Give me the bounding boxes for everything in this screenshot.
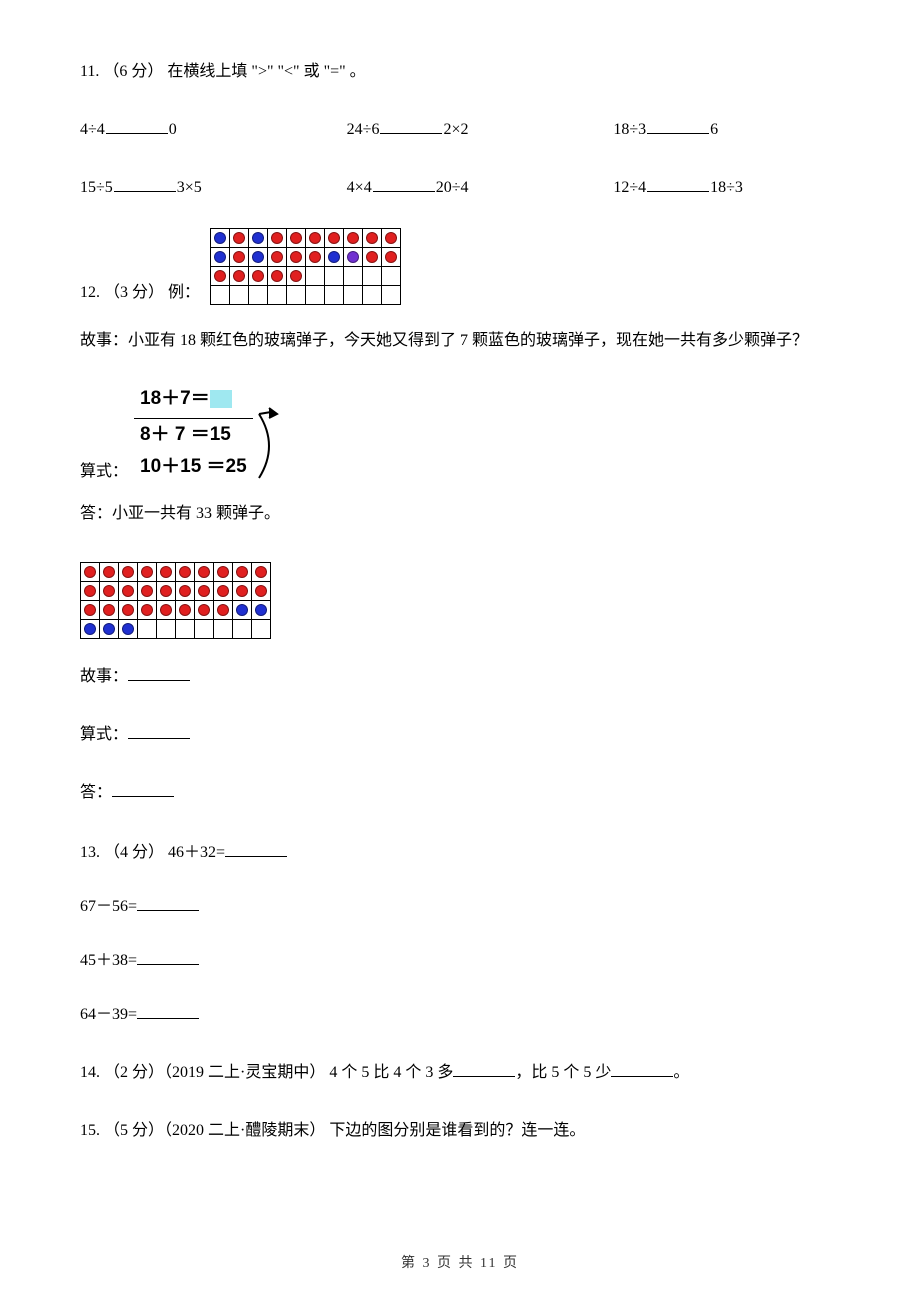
q11-row1: 4÷4 0 24÷6 2×2 18÷3 6	[80, 118, 840, 142]
q12-header-line: 12. （3 分） 例：	[80, 228, 840, 305]
q11-r2-a-left: 15÷5	[80, 179, 113, 196]
q13-l4: 64－39=	[80, 1006, 137, 1023]
q11-r2-c-left: 12÷4	[613, 179, 646, 196]
page-container: 11. （6 分） 在横线上填 ">" "<" 或 "=" 。 4÷4 0 24÷…	[0, 0, 920, 1302]
q15-text: 15. （5 分）（2020 二上·醴陵期末） 下边的图分别是谁看到的？连一连。	[80, 1122, 585, 1139]
q11-r2-a-right: 3×5	[177, 179, 202, 196]
formula-mid: 8＋ 7 ＝15	[134, 419, 253, 452]
q12-header-prefix: 12. （3 分） 例：	[80, 281, 200, 305]
q11-header-text: 11. （6 分） 在横线上填 ">" "<" 或 "=" 。	[80, 63, 366, 80]
page-footer: 第 3 页 共 11 页	[0, 1253, 920, 1274]
q11-r1-a: 4÷4 0	[80, 118, 307, 142]
q12-formula-example: 算式： 18＋7＝ 8＋ 7 ＝15 10＋15 ＝25	[80, 383, 840, 484]
q12-story-example: 故事：小亚有 18 颗红色的玻璃弹子，今天她又得到了 7 颗蓝色的玻璃弹子，现在…	[80, 329, 840, 353]
q11-r2-b-right: 20÷4	[436, 179, 469, 196]
answer-prompt: 答：	[80, 784, 112, 801]
q14-a: 14. （2 分）（2019 二上·灵宝期中） 4 个 5 比 4 个 3 多	[80, 1064, 453, 1081]
blank[interactable]	[453, 1062, 515, 1077]
q13-line1: 13. （4 分） 46＋32=	[80, 841, 840, 865]
q11-r1-b-left: 24÷6	[347, 121, 380, 138]
q14-b: ，比 5 个 5 少	[515, 1064, 611, 1081]
q11-header: 11. （6 分） 在横线上填 ">" "<" 或 "=" 。	[80, 60, 840, 84]
q11-row2: 15÷5 3×5 4×4 20÷4 12÷4 18÷3	[80, 176, 840, 200]
paren-arrow-icon	[255, 406, 285, 484]
q12-answer-blank: 答：	[80, 781, 840, 805]
q11-r1-a-left: 4÷4	[80, 121, 105, 138]
formula-top-text: 18＋7＝	[140, 388, 210, 409]
blank[interactable]	[114, 177, 176, 192]
story-prompt: 故事：	[80, 668, 128, 685]
q13-header: 13. （4 分） 46＋32=	[80, 844, 225, 861]
blank[interactable]	[373, 177, 435, 192]
q11-r2-c: 12÷4 18÷3	[573, 176, 840, 200]
blank[interactable]	[611, 1062, 673, 1077]
q13-line2: 67－56=	[80, 895, 840, 919]
q15: 15. （5 分）（2020 二上·醴陵期末） 下边的图分别是谁看到的？连一连。	[80, 1119, 840, 1143]
example-grid-1	[210, 228, 401, 305]
q11-r1-b: 24÷6 2×2	[307, 118, 574, 142]
formula-prompt: 算式：	[80, 726, 128, 743]
q12-story-blank: 故事：	[80, 665, 840, 689]
q14-c: 。	[673, 1064, 689, 1081]
q11-r1-b-right: 2×2	[443, 121, 468, 138]
blank[interactable]	[106, 119, 168, 134]
formula-bot: 10＋15 ＝25	[134, 451, 253, 484]
blank[interactable]	[112, 782, 174, 797]
blank[interactable]	[128, 724, 190, 739]
q11-r1-c-left: 18÷3	[613, 121, 646, 138]
story-label: 故事：	[80, 332, 128, 349]
q12-answer-example: 答：小亚一共有 33 颗弹子。	[80, 502, 840, 526]
q11-r2-b: 4×4 20÷4	[307, 176, 574, 200]
formula-box: 18＋7＝ 8＋ 7 ＝15 10＋15 ＝25	[134, 383, 253, 484]
q11-r2-b-left: 4×4	[347, 179, 372, 196]
q14: 14. （2 分）（2019 二上·灵宝期中） 4 个 5 比 4 个 3 多 ，…	[80, 1061, 840, 1085]
blank[interactable]	[137, 1004, 199, 1019]
example-grid-2	[80, 562, 840, 639]
q13-line4: 64－39=	[80, 1003, 840, 1027]
q11-r1-a-right: 0	[169, 121, 177, 138]
formula-top: 18＋7＝	[134, 383, 253, 419]
result-box	[210, 390, 232, 408]
grid-table	[210, 228, 401, 305]
formula-label: 算式：	[80, 460, 128, 484]
blank[interactable]	[647, 119, 709, 134]
q12-formula-blank: 算式：	[80, 723, 840, 747]
q11-r2-a: 15÷5 3×5	[80, 176, 307, 200]
story-text: 小亚有 18 颗红色的玻璃弹子，今天她又得到了 7 颗蓝色的玻璃弹子，现在她一共…	[128, 332, 808, 349]
blank[interactable]	[128, 666, 190, 681]
blank[interactable]	[225, 842, 287, 857]
grid-table	[80, 562, 271, 639]
q11-r1-c: 18÷3 6	[573, 118, 840, 142]
blank[interactable]	[137, 896, 199, 911]
q13-line3: 45＋38=	[80, 949, 840, 973]
answer-example-text: 答：小亚一共有 33 颗弹子。	[80, 505, 280, 522]
q11-r1-c-right: 6	[710, 121, 718, 138]
q13-l2: 67－56=	[80, 898, 137, 915]
footer-text: 第 3 页 共 11 页	[401, 1256, 519, 1271]
blank[interactable]	[380, 119, 442, 134]
q11-r2-c-right: 18÷3	[710, 179, 743, 196]
q13-l3: 45＋38=	[80, 952, 137, 969]
blank[interactable]	[647, 177, 709, 192]
blank[interactable]	[137, 950, 199, 965]
